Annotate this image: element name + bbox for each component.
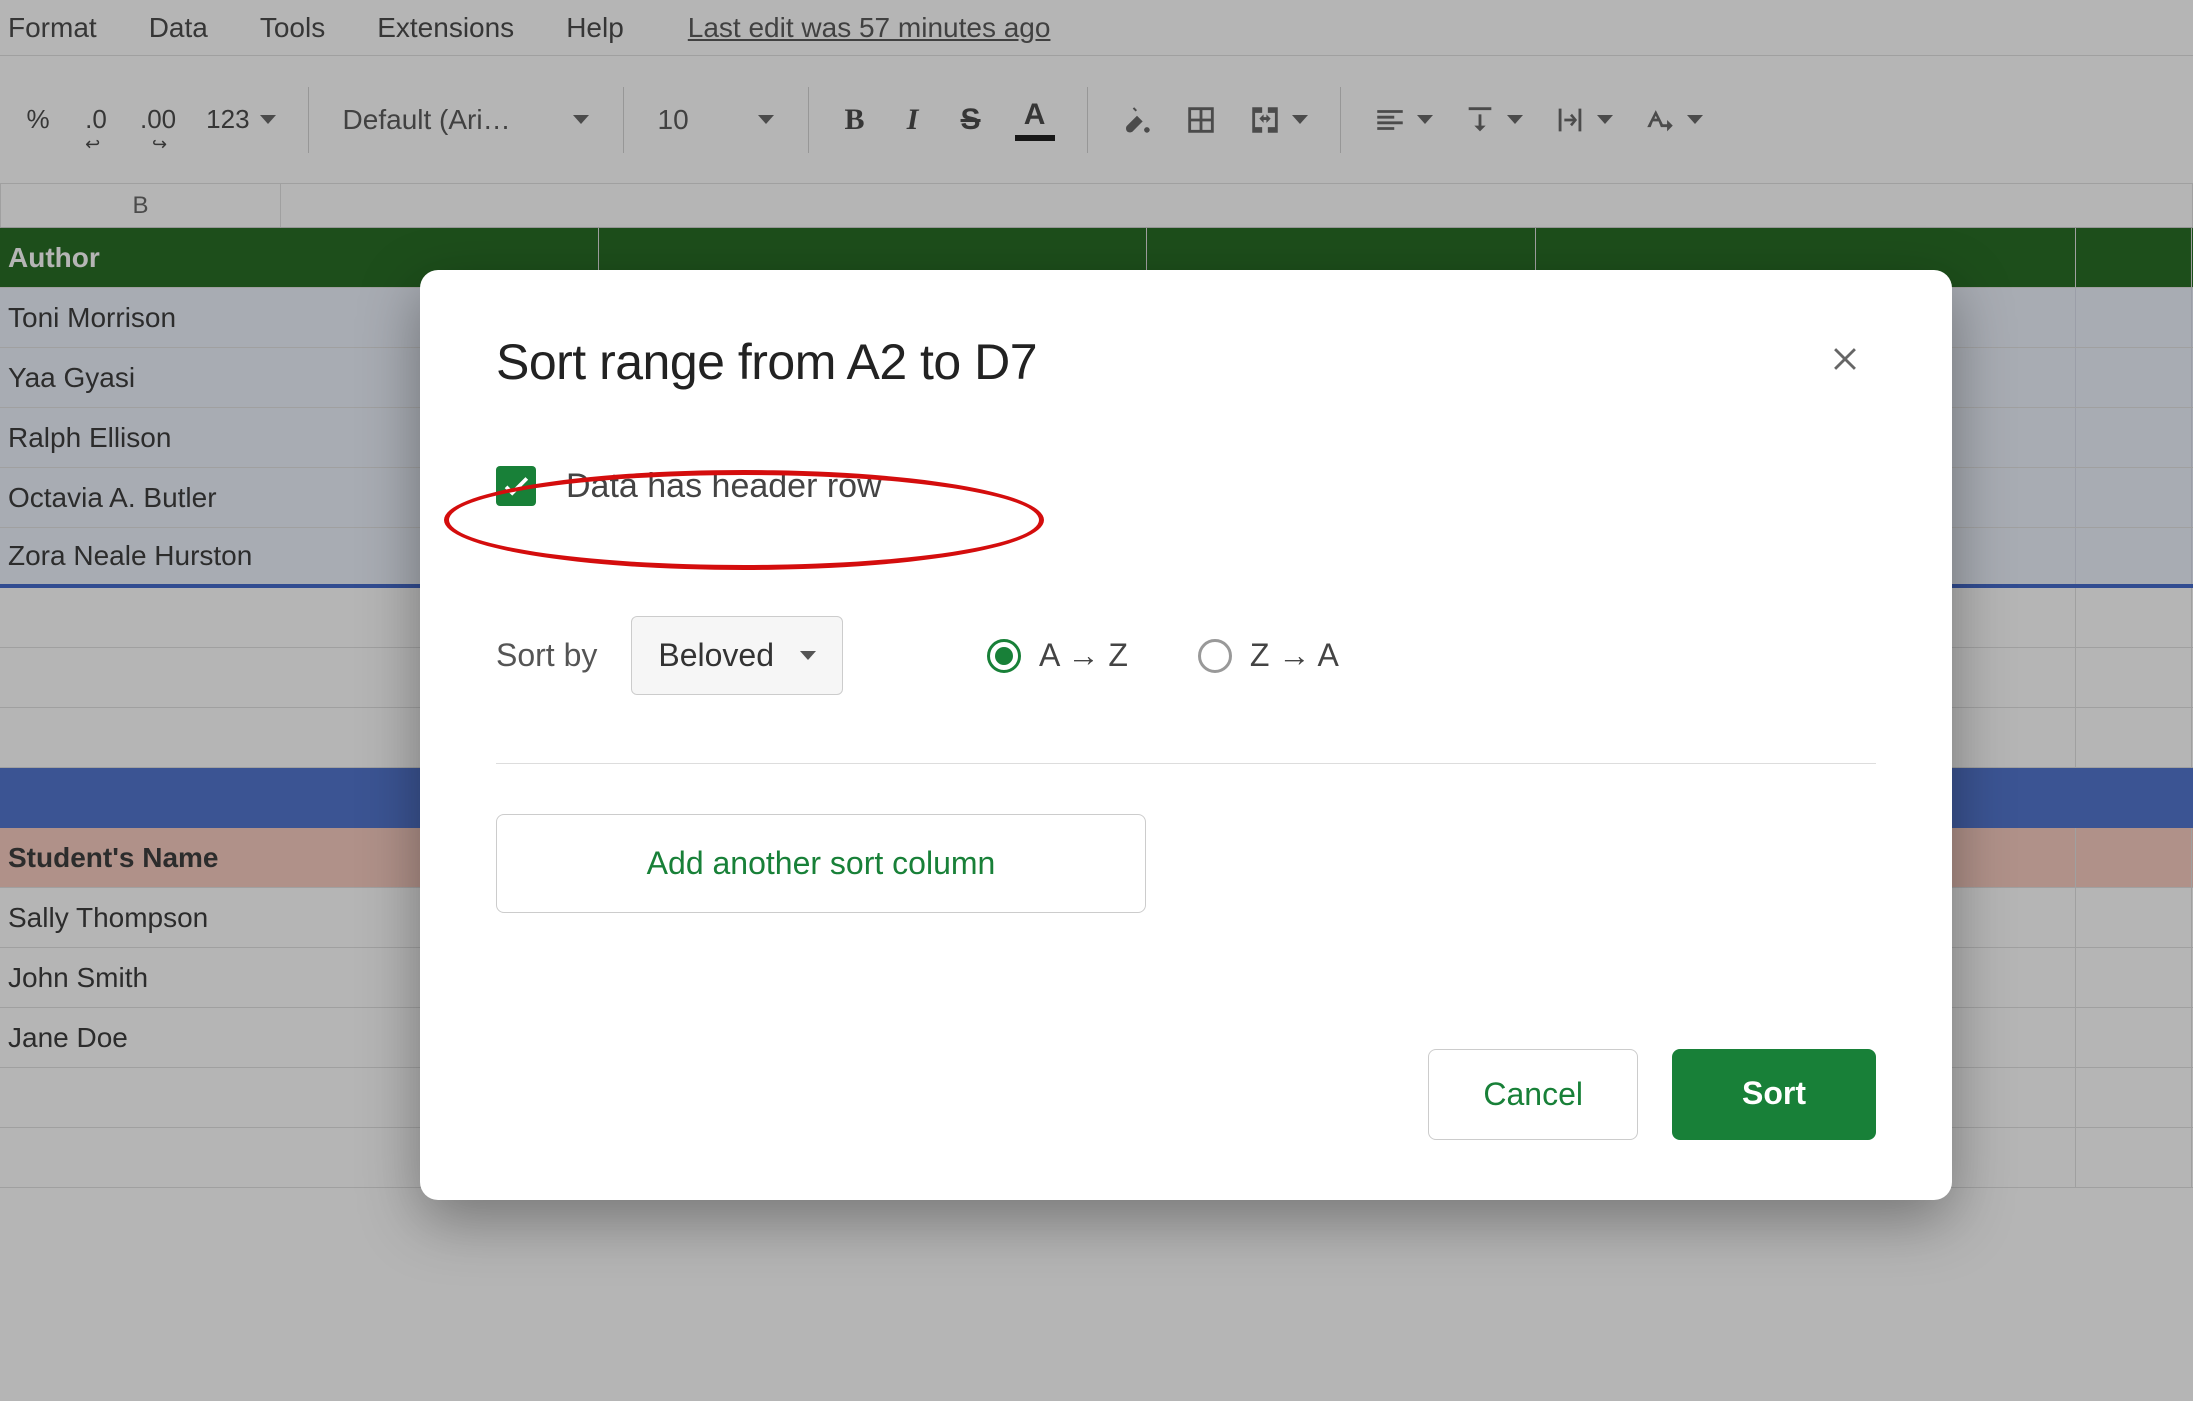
chevron-down-icon: [1597, 115, 1613, 124]
close-icon: [1830, 342, 1864, 376]
align-left-icon: [1373, 103, 1407, 137]
column-headers: B: [0, 184, 2193, 228]
dialog-actions: Cancel Sort: [496, 1049, 1876, 1160]
wrap-icon: [1553, 103, 1587, 137]
number-format-label: 123: [206, 104, 249, 135]
sort-by-label: Sort by: [496, 637, 597, 674]
sort-button[interactable]: Sort: [1672, 1049, 1876, 1140]
text-rotation-icon: [1643, 103, 1677, 137]
strikethrough-button[interactable]: S: [947, 90, 995, 150]
separator: [623, 87, 624, 153]
cancel-button[interactable]: Cancel: [1428, 1049, 1638, 1140]
sort-za-label: Z → A: [1250, 637, 1339, 674]
radio-checked-icon: [987, 639, 1021, 673]
chevron-down-icon: [1687, 115, 1703, 124]
horizontal-align-button[interactable]: [1363, 90, 1443, 150]
increase-decimal-button[interactable]: .00 ↪: [130, 90, 186, 150]
chevron-down-icon: [260, 115, 276, 124]
separator: [308, 87, 309, 153]
font-size-label: 10: [658, 104, 689, 136]
last-edit-link[interactable]: Last edit was 57 minutes ago: [688, 12, 1051, 44]
sort-za-radio[interactable]: Z → A: [1198, 637, 1339, 674]
font-family-label: Default (Ari…: [343, 104, 511, 136]
data-has-header-option[interactable]: Data has header row: [496, 466, 1876, 506]
separator: [1087, 87, 1088, 153]
header-row-checkbox[interactable]: [496, 466, 536, 506]
decrease-decimal-label: .0: [85, 104, 107, 134]
text-wrap-button[interactable]: [1543, 90, 1623, 150]
font-family-select[interactable]: Default (Ari…: [331, 96, 601, 144]
separator: [808, 87, 809, 153]
menu-bar: Format Data Tools Extensions Help Last e…: [0, 0, 2193, 56]
font-size-select[interactable]: 10: [646, 96, 786, 144]
add-sort-column-button[interactable]: Add another sort column: [496, 814, 1146, 913]
check-icon: [501, 471, 531, 501]
borders-icon: [1184, 103, 1218, 137]
menu-format[interactable]: Format: [0, 6, 105, 50]
decrease-decimal-button[interactable]: .0 ↩: [72, 90, 120, 150]
align-bottom-icon: [1463, 103, 1497, 137]
borders-button[interactable]: [1174, 90, 1228, 150]
fill-color-button[interactable]: [1110, 90, 1164, 150]
toolbar: % .0 ↩ .00 ↪ 123 Default (Ari… 10 B I S …: [0, 56, 2193, 184]
text-color-button[interactable]: A: [1005, 90, 1065, 150]
radio-unchecked-icon: [1198, 639, 1232, 673]
merge-cells-button[interactable]: [1238, 90, 1318, 150]
chevron-down-icon: [1417, 115, 1433, 124]
separator: [1340, 87, 1341, 153]
chevron-down-icon: [758, 115, 774, 124]
menu-help[interactable]: Help: [558, 6, 632, 50]
number-format-button[interactable]: 123: [196, 90, 285, 150]
paint-bucket-icon: [1120, 103, 1154, 137]
text-rotation-button[interactable]: [1633, 90, 1713, 150]
sort-column-dropdown[interactable]: Beloved: [631, 616, 843, 695]
close-button[interactable]: [1818, 330, 1876, 394]
format-percent-button[interactable]: %: [14, 90, 62, 150]
dialog-title: Sort range from A2 to D7: [496, 333, 1037, 391]
chevron-down-icon: [800, 651, 816, 660]
divider: [496, 763, 1876, 764]
col-header-rest[interactable]: [281, 184, 2193, 227]
sort-column-value: Beloved: [658, 637, 774, 674]
menu-tools[interactable]: Tools: [252, 6, 333, 50]
col-header-b[interactable]: B: [1, 184, 281, 227]
chevron-down-icon: [1292, 115, 1308, 124]
sort-criteria-row: Sort by Beloved A → Z Z → A: [496, 616, 1876, 695]
increase-decimal-label: .00: [140, 104, 176, 134]
text-color-label: A: [1024, 98, 1046, 132]
menu-data[interactable]: Data: [141, 6, 216, 50]
sort-az-radio[interactable]: A → Z: [987, 637, 1128, 674]
sort-az-label: A → Z: [1039, 637, 1128, 674]
menu-extensions[interactable]: Extensions: [369, 6, 522, 50]
sort-range-dialog: Sort range from A2 to D7 Data has header…: [420, 270, 1952, 1200]
italic-button[interactable]: I: [889, 90, 937, 150]
chevron-down-icon: [573, 115, 589, 124]
header-row-label: Data has header row: [566, 467, 882, 506]
bold-button[interactable]: B: [831, 90, 879, 150]
text-color-swatch: [1015, 135, 1055, 141]
chevron-down-icon: [1507, 115, 1523, 124]
vertical-align-button[interactable]: [1453, 90, 1533, 150]
merge-icon: [1248, 103, 1282, 137]
